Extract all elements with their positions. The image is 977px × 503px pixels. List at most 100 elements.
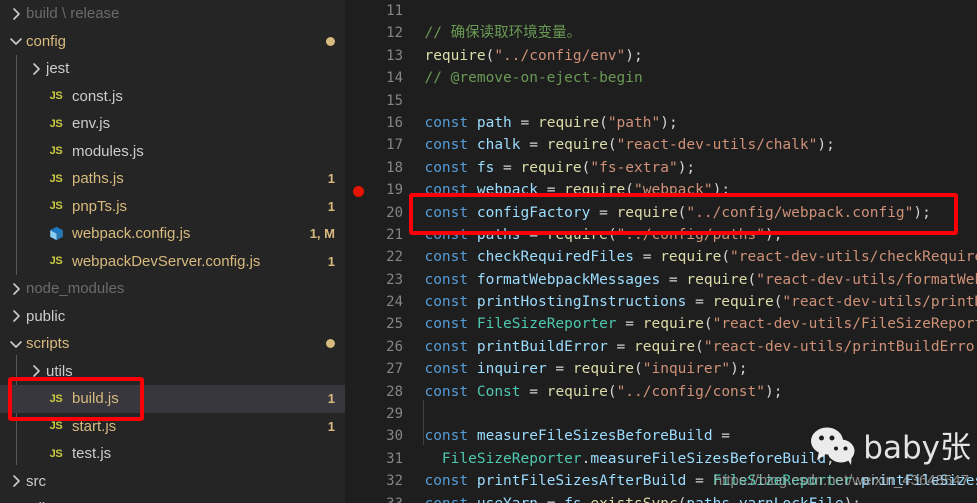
code-line-text: // @remove-on-eject-begin xyxy=(407,67,642,89)
code-line-text: const checkRequiredFiles = require("reac… xyxy=(407,246,977,268)
code-token: ( xyxy=(747,271,757,288)
code-token: // 确保读取环境变量。 xyxy=(424,25,582,42)
tree-row-build-release[interactable]: build \ release xyxy=(0,0,345,28)
tree-row-test-js[interactable]: JS test.js xyxy=(0,440,345,468)
tree-row-webpack-config-js[interactable]: webpack.config.js 1, M xyxy=(0,220,345,248)
tree-row-label: paths.js xyxy=(72,170,124,188)
code-line-27[interactable]: 27 const inquirer = require("inquirer"); xyxy=(345,358,977,380)
code-editor[interactable]: 11 12 // 确保读取环境变量。 13 require("../config/e… xyxy=(345,0,977,503)
line-number: 19 xyxy=(386,182,403,199)
code-line-17[interactable]: 17 const chalk = require("react-dev-util… xyxy=(345,134,977,156)
code-line-text: const configFactory = require("../config… xyxy=(407,202,931,224)
code-line-16[interactable]: 16 const path = require("path"); xyxy=(345,112,977,134)
chevron-right-icon[interactable] xyxy=(8,473,24,489)
tree-row-paths-js[interactable]: JS paths.js 1 xyxy=(0,165,345,193)
code-token: require xyxy=(546,226,608,243)
js-file-icon: JS xyxy=(49,447,63,460)
tree-row-node-modules[interactable]: node_modules xyxy=(0,275,345,303)
code-token: checkRequiredFiles xyxy=(476,249,634,266)
code-line-18[interactable]: 18 const fs = require("fs-extra"); xyxy=(345,157,977,179)
tree-row-badge: 1 xyxy=(327,171,335,187)
tree-row-label: utils xyxy=(46,362,73,380)
code-token: ); xyxy=(730,361,748,378)
tree-row-jest[interactable]: jest xyxy=(0,55,345,83)
code-line-text: const measureFileSizesBeforeBuild = xyxy=(407,425,730,447)
code-token: = xyxy=(686,294,713,311)
vscode-window: build \ release config jest JS const.js JS env… xyxy=(0,0,977,503)
tree-row-webpackdevserver-config-js[interactable]: JS webpackDevServer.config.js 1 xyxy=(0,248,345,276)
explorer-file-tree[interactable]: build \ release config jest JS const.js JS env… xyxy=(0,0,345,503)
tree-row-public[interactable]: public xyxy=(0,303,345,331)
tree-row-start-js[interactable]: JS start.js 1 xyxy=(0,413,345,441)
code-line-26[interactable]: 26 const printBuildError = require("reac… xyxy=(345,336,977,358)
code-token: ); xyxy=(625,47,643,64)
code-token: ( xyxy=(607,226,617,243)
chevron-right-icon[interactable] xyxy=(8,6,24,22)
code-line-13[interactable]: 13 require("../config/env"); xyxy=(345,45,977,67)
code-line-25[interactable]: 25 const FileSizeReporter = require("rea… xyxy=(345,313,977,335)
tree-row-label: webpackDevServer.config.js xyxy=(72,252,261,270)
code-token: inquirer xyxy=(476,361,547,378)
code-token: FileSizeReporter xyxy=(476,316,617,333)
code-line-30[interactable]: 30 const measureFileSizesBeforeBuild = xyxy=(345,425,977,447)
tree-row-build-js[interactable]: JS build.js 1 xyxy=(0,385,345,413)
code-line-15[interactable]: 15 xyxy=(345,90,977,112)
code-line-24[interactable]: 24 const printHostingInstructions = requ… xyxy=(345,291,977,313)
chevron-right-icon[interactable] xyxy=(8,308,24,324)
code-line-21[interactable]: 21 const paths = require("../config/path… xyxy=(345,224,977,246)
code-token: = xyxy=(511,114,538,131)
tree-row-badge: 1 xyxy=(327,253,335,269)
tree-row-src[interactable]: src xyxy=(0,468,345,496)
code-token: "react-dev-utils/checkRequiredFiles" xyxy=(730,249,977,266)
chevron-down-icon[interactable] xyxy=(8,33,24,49)
tree-row-env-js[interactable]: JS env.js xyxy=(0,110,345,138)
code-line-12[interactable]: 12 // 确保读取环境变量。 xyxy=(345,22,977,44)
code-line-19[interactable]: 19 const webpack = require("webpack"); xyxy=(345,179,977,201)
chevron-down-icon[interactable] xyxy=(8,336,24,352)
code-token: const xyxy=(424,294,469,311)
code-line-28[interactable]: 28 const Const = require("../config/cons… xyxy=(345,381,977,403)
tree-row-utils[interactable]: utils xyxy=(0,358,345,386)
tree-row-modules-js[interactable]: JS modules.js xyxy=(0,138,345,166)
code-line-31[interactable]: 31 FileSizeReporter.measureFileSizesBefo… xyxy=(345,448,977,470)
code-line-text: const paths = require("../config/paths")… xyxy=(407,224,782,246)
chevron-right-icon[interactable] xyxy=(28,61,44,77)
code-token: "react-dev-utils/printBuildError" xyxy=(703,338,977,355)
code-token: "path" xyxy=(607,114,661,131)
code-token: webpack xyxy=(476,182,538,199)
code-line-29[interactable]: 29 xyxy=(345,403,977,425)
chevron-right-icon[interactable] xyxy=(8,281,24,297)
tree-row-const-js[interactable]: JS const.js xyxy=(0,83,345,111)
code-line-14[interactable]: 14 // @remove-on-eject-begin xyxy=(345,67,977,89)
tree-row-pnpts-js[interactable]: JS pnpTs.js 1 xyxy=(0,193,345,221)
code-token: ( xyxy=(703,316,713,333)
code-line-33[interactable]: 33 const useYarn = fs.existsSync(paths.y… xyxy=(345,493,977,503)
line-number: 15 xyxy=(386,92,403,109)
code-line-23[interactable]: 23 const formatWebpackMessages = require… xyxy=(345,269,977,291)
chevron-right-icon[interactable] xyxy=(28,363,44,379)
code-token: const xyxy=(424,316,469,333)
code-line-11[interactable]: 11 xyxy=(345,0,977,22)
code-line-20[interactable]: 20 const configFactory = require("../con… xyxy=(345,202,977,224)
line-number: 27 xyxy=(386,361,403,378)
tree-row-scripts[interactable]: scripts xyxy=(0,330,345,358)
code-token: ); xyxy=(913,204,931,221)
code-line-32[interactable]: 32 const printFileSizesAfterBuild = File… xyxy=(345,470,977,492)
code-line-22[interactable]: 22 const checkRequiredFiles = require("r… xyxy=(345,246,977,268)
tree-row-config[interactable]: config xyxy=(0,28,345,56)
code-token: "react-dev-utils/printHostingInstruction… xyxy=(782,294,977,311)
code-token: = xyxy=(660,271,687,288)
tree-row-util[interactable]: util xyxy=(0,495,345,503)
webpack-file-icon xyxy=(46,226,66,241)
